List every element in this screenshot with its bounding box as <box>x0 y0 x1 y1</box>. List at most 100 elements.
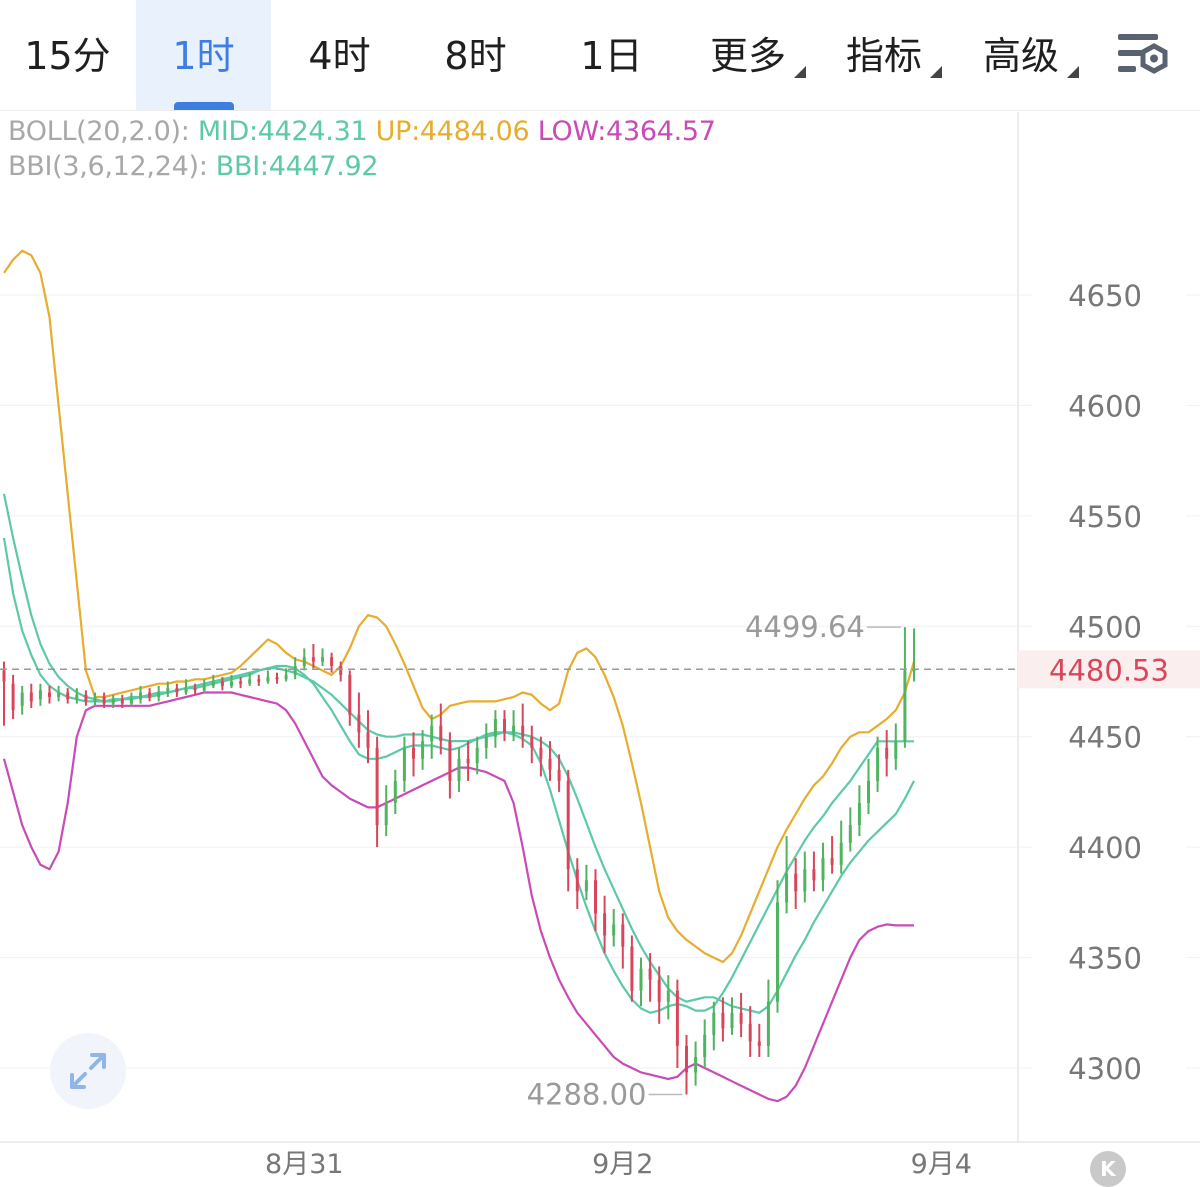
candle-body <box>603 913 607 936</box>
y-tick-label: 4600 <box>1068 389 1142 423</box>
candle-body <box>694 1056 698 1073</box>
candle-body <box>512 725 516 733</box>
series-line-up <box>3 249 916 964</box>
kline-toggle-icon: K <box>1100 1157 1116 1181</box>
candle-body <box>284 674 288 680</box>
candle-body <box>75 694 79 700</box>
candle-body <box>230 681 233 686</box>
candle-body <box>785 873 789 903</box>
expand-arrows-icon <box>70 1053 106 1089</box>
y-tick-label: 4550 <box>1068 500 1142 534</box>
y-tick-label: 4400 <box>1068 831 1142 865</box>
y-tick-label: 4650 <box>1068 279 1142 313</box>
candle-body <box>412 747 415 759</box>
candle-body <box>257 679 261 682</box>
x-tick-label: 9月4 <box>911 1149 972 1180</box>
candle-body <box>848 825 852 843</box>
candle-body <box>557 769 561 781</box>
candle-body <box>839 842 843 865</box>
candle-body <box>148 692 152 697</box>
candle-body <box>776 902 779 1002</box>
x-tick-label: 9月2 <box>592 1149 653 1180</box>
candle-body <box>493 719 497 737</box>
candle-body <box>539 747 543 759</box>
candle-body <box>375 747 379 826</box>
candle-body <box>20 692 24 706</box>
candle-body <box>175 688 179 693</box>
candle-body <box>29 692 33 702</box>
candle-body <box>484 736 488 748</box>
candle-body <box>894 741 898 759</box>
candle-body <box>202 685 206 691</box>
candlestick-chart[interactable]: 4650 4600 4550 4500 4450 4400 4350 4300 8月31 9月2 9… <box>0 0 1200 1185</box>
candle-body <box>457 758 461 781</box>
candle-body <box>166 688 170 693</box>
candle-body <box>402 747 406 781</box>
candle-body <box>275 677 279 680</box>
candle-body <box>675 990 679 1046</box>
candle-body <box>2 670 6 682</box>
candle-body <box>721 1012 725 1029</box>
candle-body <box>530 736 534 748</box>
candle-body <box>266 677 270 682</box>
candle-body <box>748 1023 752 1042</box>
candle-body <box>475 747 479 764</box>
candle-body <box>803 869 807 892</box>
candle-body <box>157 692 161 697</box>
candle-body <box>302 657 306 667</box>
candle-body <box>57 692 61 697</box>
candle-body <box>311 657 315 662</box>
y-tick-label: 4350 <box>1068 942 1142 976</box>
candle-body <box>548 758 552 770</box>
candle-body <box>139 692 142 700</box>
y-tick-label: 4300 <box>1068 1052 1142 1086</box>
candle-body <box>584 880 588 892</box>
candle-body <box>666 990 670 1002</box>
candle-body <box>193 688 197 691</box>
candle-body <box>384 802 388 826</box>
candle-body <box>348 674 352 715</box>
expand-chart-button[interactable] <box>50 1033 126 1109</box>
candle-body <box>211 681 215 686</box>
candle-body <box>876 747 880 781</box>
candle-body <box>903 670 907 742</box>
candle-body <box>93 696 97 702</box>
candle-body <box>757 1041 761 1046</box>
current-price-label: 4480.53 <box>1049 653 1169 687</box>
candle-body <box>220 681 224 686</box>
candle-body <box>766 1001 770 1046</box>
y-tick-label: 4500 <box>1068 610 1142 644</box>
candle-body <box>685 1045 688 1073</box>
candle-body <box>885 747 889 759</box>
candle-body <box>11 683 15 711</box>
candle-body <box>821 858 825 881</box>
x-tick-label: 8月31 <box>265 1149 344 1180</box>
candle-body <box>102 696 106 704</box>
candle-body <box>421 741 425 759</box>
candle-body <box>621 924 625 947</box>
candle-body <box>239 681 243 684</box>
candle-body <box>248 679 252 684</box>
candle-body <box>867 780 870 803</box>
candle-body <box>657 979 661 1002</box>
candle-body <box>812 869 816 881</box>
y-tick-label: 4450 <box>1068 721 1142 755</box>
candle-body <box>330 657 334 667</box>
candle-body <box>830 858 834 865</box>
candle-body <box>730 1012 734 1029</box>
candle-body <box>857 802 861 826</box>
candle-body <box>84 694 88 702</box>
kline-toggle-button[interactable]: K <box>1090 1151 1126 1187</box>
candle-body <box>466 758 470 764</box>
candle-body <box>339 666 343 675</box>
candle-body <box>357 714 361 733</box>
candle-body <box>612 924 616 936</box>
candle-body <box>111 699 115 704</box>
candle-body <box>794 873 798 892</box>
candle-body <box>712 1012 716 1035</box>
high-price-annotation: 4499.64 <box>745 610 865 644</box>
candle-body <box>293 666 297 675</box>
candle-body <box>321 657 324 662</box>
candle-body <box>703 1034 707 1057</box>
candle-body <box>366 732 370 748</box>
